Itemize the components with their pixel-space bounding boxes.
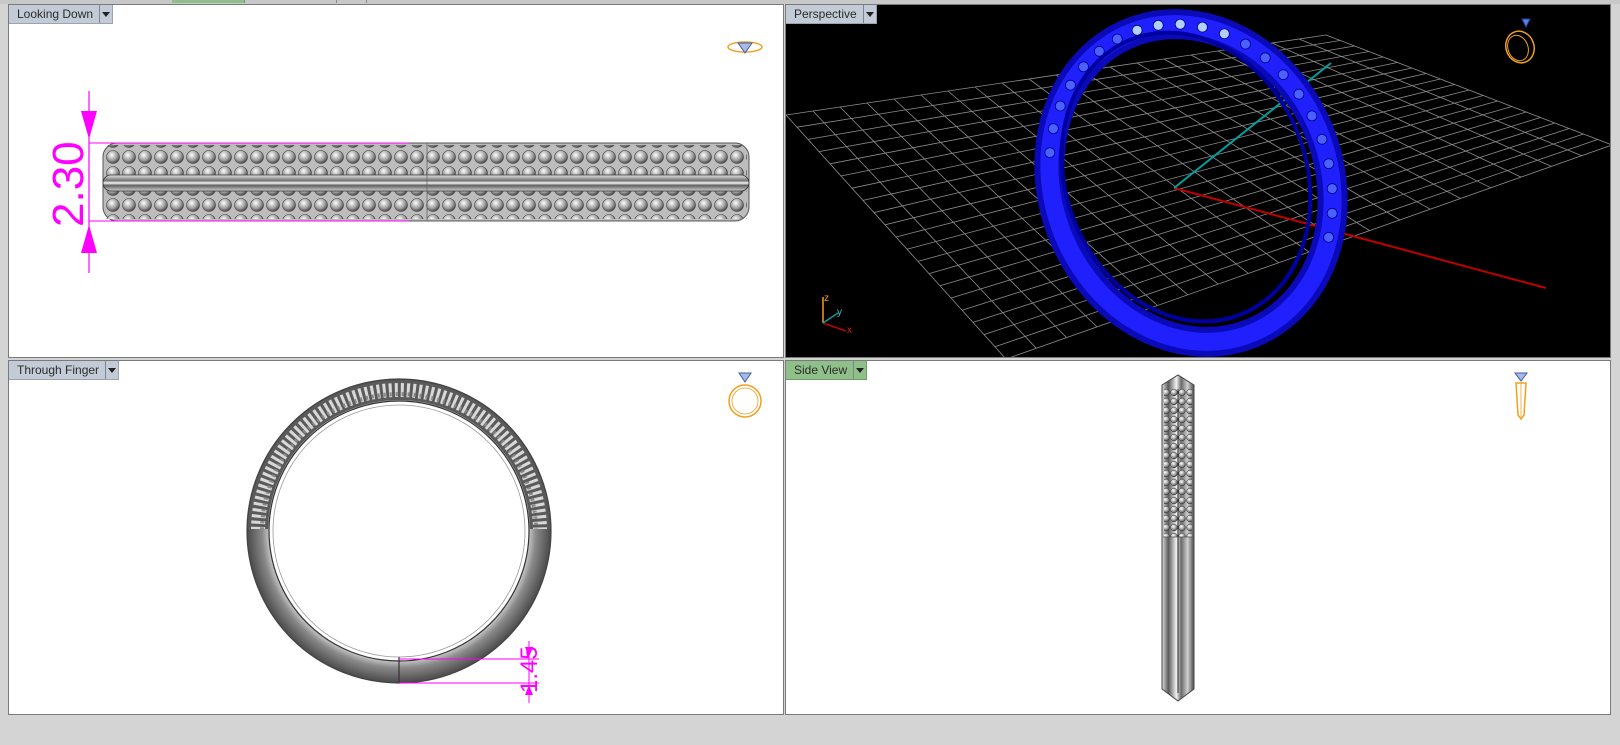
- stone-highlight: [1323, 231, 1335, 243]
- viewport-menu-arrow-icon[interactable]: [862, 5, 876, 23]
- perspective-scene: z y x: [786, 9, 1610, 357]
- stone-highlight: [1316, 133, 1328, 145]
- tab[interactable]: [0, 0, 173, 3]
- viewport-menu-arrow-icon[interactable]: [99, 5, 112, 23]
- stone-highlight: [1047, 123, 1059, 135]
- viewport-menu-arrow-icon[interactable]: [105, 361, 118, 379]
- viewport-perspective[interactable]: z y x Perspective: [785, 4, 1611, 358]
- tab[interactable]: [336, 0, 367, 3]
- diamond-ring-icon[interactable]: [725, 35, 765, 59]
- stone-row-bottom: [105, 191, 747, 219]
- ring-perspective: [1034, 9, 1348, 357]
- stone-highlight: [1054, 100, 1066, 112]
- ring-3d-icon[interactable]: [1498, 15, 1540, 67]
- looking-down-scene: 2.30: [44, 91, 750, 273]
- viewport-label-text: Looking Down: [17, 7, 94, 21]
- ring-side-icon[interactable]: [1506, 369, 1536, 423]
- tab-active[interactable]: [172, 0, 245, 3]
- stone-highlight: [1323, 158, 1335, 170]
- viewport-side-view[interactable]: Side View: [785, 360, 1611, 715]
- x-axis-line: [1173, 187, 1547, 289]
- viewport-looking-down[interactable]: 2.30 Looking Down: [8, 4, 784, 358]
- stone-highlight: [1131, 24, 1143, 36]
- center-rail: [102, 174, 750, 192]
- axes-gizmo: z y x: [822, 293, 852, 336]
- stone-highlight: [1293, 88, 1305, 100]
- axis-y-label: y: [837, 307, 842, 318]
- stone-highlight: [1326, 207, 1338, 219]
- construction-grid: [786, 34, 1610, 357]
- ring-inner: [268, 400, 530, 662]
- viewport-label-through-finger[interactable]: Through Finger: [9, 361, 120, 380]
- viewport-menu-arrow-icon[interactable]: [853, 361, 866, 379]
- stone-highlight: [1240, 38, 1251, 50]
- stone-highlight: [1277, 69, 1289, 81]
- viewport-through-finger[interactable]: 1.45 Through Finger: [8, 360, 784, 715]
- viewport-label-text: Perspective: [794, 7, 857, 21]
- stone-highlight: [1197, 21, 1208, 33]
- axis-z-label: z: [824, 293, 829, 304]
- viewport-label-looking-down[interactable]: Looking Down: [9, 5, 114, 24]
- stone-highlight: [1306, 110, 1318, 122]
- ring-front-icon[interactable]: [725, 369, 765, 421]
- stone-highlight: [1093, 45, 1105, 57]
- viewport-label-text: Side View: [794, 363, 848, 377]
- stone-highlight: [1218, 28, 1230, 40]
- dimension-label-1-45: 1.45: [516, 646, 543, 693]
- axis-x-label: x: [847, 325, 852, 336]
- stone-highlight: [1259, 52, 1271, 64]
- through-finger-scene: 1.45: [246, 378, 552, 703]
- viewport-label-perspective[interactable]: Perspective: [786, 5, 877, 24]
- stone-highlight: [1152, 19, 1164, 31]
- tab[interactable]: [244, 0, 337, 3]
- stone-highlight: [1174, 18, 1186, 30]
- stone-highlight: [1044, 147, 1056, 159]
- dimension-label-2-30: 2.30: [44, 141, 93, 227]
- viewport-label-text: Through Finger: [17, 363, 100, 377]
- stone-highlight: [1065, 79, 1076, 91]
- stone-highlight: [1326, 183, 1338, 194]
- stone-highlight: [1111, 33, 1123, 45]
- stone-highlight: [1078, 61, 1089, 73]
- viewport-label-side-view[interactable]: Side View: [786, 361, 868, 380]
- side-view-scene: [1161, 374, 1195, 702]
